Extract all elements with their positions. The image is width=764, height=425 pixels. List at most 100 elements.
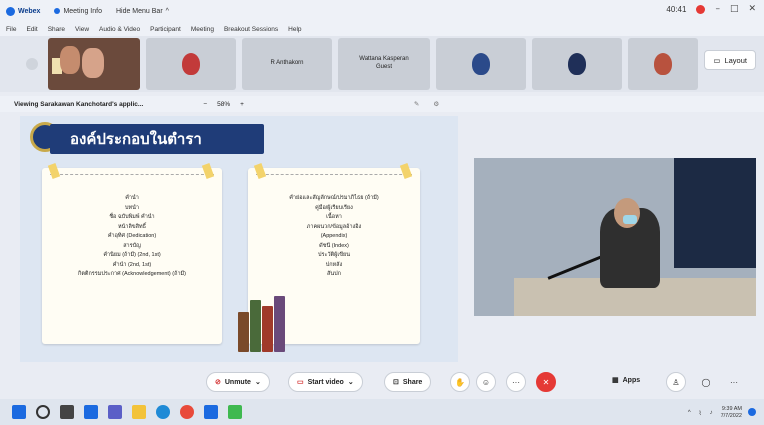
list-item: เนื้อหา [326, 214, 342, 220]
chat-icon: ◯ [701, 377, 711, 387]
unmute-button[interactable]: ⊘ Unmute ⌄ [206, 372, 270, 392]
layout-label: Layout [724, 55, 747, 65]
participant-tile[interactable] [146, 38, 236, 90]
hide-menu-bar-button[interactable]: Hide Menu Bar ^ [116, 8, 169, 15]
participant-tile[interactable] [532, 38, 622, 90]
list-item: ดัชนี (Index) [319, 242, 349, 249]
menu-meeting[interactable]: Meeting [191, 26, 214, 33]
share-icon: ⊡ [393, 379, 399, 386]
menu-help[interactable]: Help [288, 26, 301, 33]
shared-content: องค์ประกอบในตำรา คำนำ บทนำ ชื่อ ฉบับพิมพ… [20, 116, 458, 362]
network-icon[interactable]: ⌇ [699, 410, 702, 417]
leave-meeting-button[interactable]: ✕ [536, 372, 556, 392]
chat-button[interactable]: ◯ [696, 372, 716, 392]
title-bar: Webex Meeting Info Hide Menu Bar ^ 40:41… [0, 0, 764, 22]
microphone-muted-icon: ⊘ [215, 379, 221, 386]
list-item: คำนำ [125, 195, 139, 201]
maximize-button[interactable]: □ [730, 4, 739, 14]
list-item: คำอุทิศ (Dedication) [107, 233, 157, 239]
avatar [182, 53, 200, 75]
zoom-level[interactable]: 58% [217, 101, 230, 108]
menu-edit[interactable]: Edit [26, 26, 37, 33]
participant-name: Wattana Kasperan [359, 56, 409, 63]
webex-icon[interactable] [204, 405, 218, 419]
search-icon[interactable] [36, 405, 50, 419]
participant-tile[interactable] [628, 38, 698, 90]
video-person [60, 46, 80, 74]
menu-participant[interactable]: Participant [150, 26, 181, 33]
participants-button[interactable]: ♙ [666, 372, 686, 392]
video-off-icon: ▭ [297, 379, 304, 386]
more-panels-button[interactable]: ··· [724, 372, 744, 392]
raise-hand-button[interactable]: ✋ [450, 372, 470, 392]
recording-indicator-icon [696, 4, 706, 14]
start-video-button[interactable]: ▭ Start video ⌄ [288, 372, 363, 392]
participant-role: Guest [375, 64, 392, 70]
slide-heading: องค์ประกอบในตำรา [50, 124, 264, 154]
more-options-button[interactable]: ··· [506, 372, 526, 392]
layout-icon: ▭ [713, 55, 721, 65]
menu-audio-video[interactable]: Audio & Video [99, 26, 140, 33]
annotate-icon[interactable]: ✎ [414, 100, 419, 108]
clock[interactable]: 9:39 AM 7/7/2022 [721, 406, 742, 420]
chevron-down-icon: ⌄ [347, 379, 354, 386]
reactions-button[interactable]: ☺ [476, 372, 496, 392]
participant-tile[interactable]: R Anthakorn [242, 38, 332, 90]
volume-icon[interactable]: ♪ [710, 410, 713, 416]
list-item: คู่มือ/ผู้เรียบเรียง [315, 204, 353, 211]
avatar [654, 53, 672, 75]
info-icon [54, 8, 61, 14]
apps-grid-icon: ▦ [612, 377, 619, 384]
share-view-bar: Viewing Sarakawan Kanchotard's applic...… [0, 96, 764, 112]
meeting-info-label: Meeting Info [63, 7, 102, 15]
smile-icon: ☺ [481, 377, 491, 387]
participant-name: R Anthakorn [270, 60, 304, 67]
webex-logo-icon [6, 6, 15, 16]
participant-tile[interactable] [436, 38, 526, 90]
chevron-up-icon: ^ [165, 7, 169, 15]
active-speaker-video[interactable] [474, 158, 756, 316]
list-item: กิตติกรรมประกาศ (Acknowledgement) (ถ้ามี… [77, 271, 186, 277]
file-explorer-icon[interactable] [132, 405, 146, 419]
widgets-icon[interactable] [84, 405, 98, 419]
chrome-icon[interactable] [180, 405, 194, 419]
menu-share[interactable]: Share [48, 26, 65, 33]
close-icon: ✕ [542, 377, 550, 387]
list-item: (Appendix) [320, 233, 348, 239]
layout-button[interactable]: ▭ Layout [704, 50, 756, 70]
list-item: บทนำ [125, 204, 139, 211]
zoom-in-button[interactable]: + [240, 101, 244, 108]
share-button[interactable]: ⊡ Share [384, 372, 432, 392]
meeting-controls: ⊘ Unmute ⌄ ▭ Start video ⌄ ⊡ Share ✋ ☺ ·… [0, 368, 764, 396]
system-tray: ^ ⌇ ♪ 9:39 AM 7/7/2022 [688, 406, 742, 420]
apps-button[interactable]: ▦ Apps [612, 376, 640, 385]
menu-file[interactable]: File [6, 26, 16, 33]
list-item: หน้าลิขสิทธิ์ [118, 223, 146, 230]
share-label: Share [402, 378, 423, 386]
zoom-out-button[interactable]: − [203, 101, 207, 108]
teams-icon[interactable] [108, 405, 122, 419]
list-item: คำย่อและสัญลักษณ์/ปรมาภิไธย (ถ้ามี) [289, 195, 379, 201]
line-icon[interactable] [228, 405, 242, 419]
webex-brand: Webex [6, 6, 40, 16]
meeting-info-button[interactable]: Meeting Info [54, 8, 102, 15]
minimize-button[interactable]: – [715, 4, 720, 14]
menu-breakout[interactable]: Breakout Sessions [224, 26, 278, 33]
chevron-up-icon[interactable]: ^ [688, 410, 691, 416]
edge-icon[interactable] [156, 405, 170, 419]
hand-icon: ✋ [455, 377, 465, 387]
notification-icon[interactable] [748, 408, 756, 416]
windows-start-icon[interactable] [12, 405, 26, 419]
participant-video-tile[interactable] [48, 38, 140, 90]
menu-view[interactable]: View [75, 26, 89, 33]
scroll-left-button[interactable] [26, 58, 38, 70]
avatar [472, 53, 490, 75]
more-icon: ··· [730, 377, 738, 387]
list-item: คำนำ (2nd, 1st) [112, 261, 152, 268]
task-view-icon[interactable] [60, 405, 74, 419]
settings-icon[interactable]: ⚙ [433, 100, 439, 108]
close-button[interactable]: ✕ [748, 4, 756, 14]
participant-tile[interactable]: Wattana Kasperan Guest [338, 38, 430, 90]
video-person [82, 48, 104, 78]
participant-strip: R Anthakorn Wattana Kasperan Guest ▭ Lay… [0, 36, 764, 92]
